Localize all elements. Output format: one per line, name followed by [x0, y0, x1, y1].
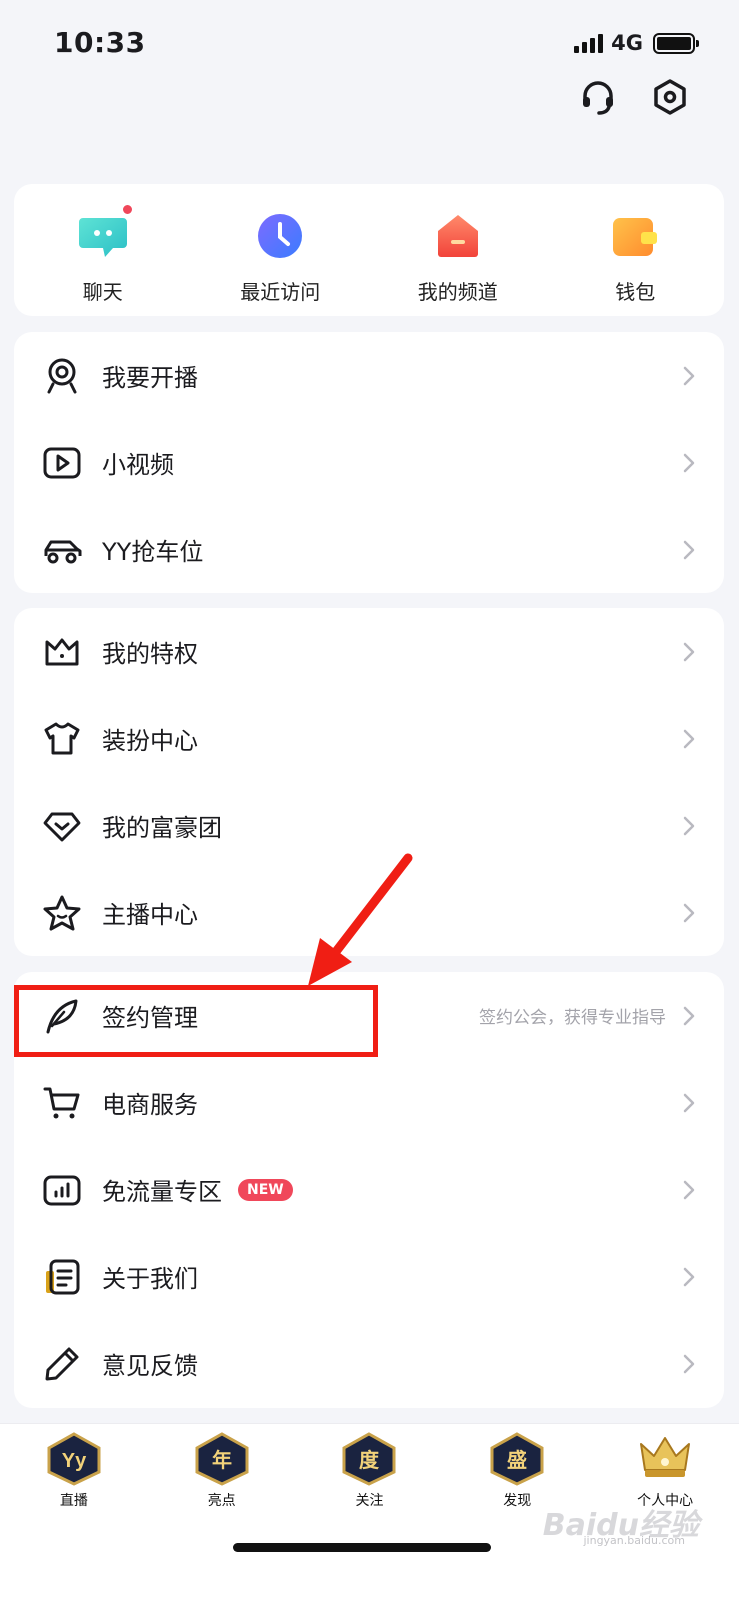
menu-label: 我的富豪团	[102, 814, 222, 842]
settings-icon[interactable]	[651, 78, 689, 116]
menu-group-3: 签约管理 签约公会，获得专业指导 电商服务 免流量专区 NEW 关于我们 意见反…	[14, 972, 724, 1408]
follow-tab-icon: 度	[342, 1432, 396, 1486]
chevron-right-icon	[683, 1267, 695, 1286]
tab-label: 亮点	[207, 1493, 236, 1509]
quick-channel[interactable]: 我的频道	[369, 184, 547, 316]
menu-group-1: 我要开播 小视频 YY抢车位	[14, 332, 724, 593]
car-icon	[44, 540, 82, 563]
menu-label: 电商服务	[102, 1091, 198, 1119]
diamond-icon	[43, 812, 81, 841]
menu-label: 装扮中心	[102, 727, 198, 755]
status-time: 10:33	[54, 26, 146, 59]
live-tab-icon: Yy	[47, 1432, 101, 1486]
quick-label: 钱包	[615, 280, 656, 304]
chevron-right-icon	[683, 1006, 695, 1025]
chat-icon	[77, 204, 133, 262]
chevron-right-icon	[683, 816, 695, 835]
menu-anchor-center[interactable]: 主播中心	[14, 869, 724, 956]
menu-feedback[interactable]: 意见反馈	[14, 1320, 724, 1407]
document-icon	[46, 1259, 80, 1294]
tab-label: 关注	[355, 1493, 384, 1509]
quick-wallet[interactable]: 钱包	[547, 184, 725, 316]
pencil-icon	[45, 1347, 79, 1380]
chevron-right-icon	[683, 366, 695, 385]
tab-glyph: Yy	[62, 1450, 87, 1472]
chevron-right-icon	[683, 729, 695, 748]
quick-actions-card: 聊天 最近访问 我的频道 钱包	[14, 184, 724, 316]
chevron-right-icon	[683, 642, 695, 661]
tshirt-icon	[44, 722, 80, 754]
wallet-icon	[609, 210, 661, 262]
quick-label: 聊天	[82, 280, 123, 304]
star-icon	[43, 895, 81, 930]
menu-label: 意见反馈	[102, 1352, 198, 1380]
channel-icon	[432, 210, 484, 262]
chevron-right-icon	[683, 453, 695, 472]
crown-icon	[45, 638, 79, 665]
tab-highlights[interactable]: 年 亮点	[148, 1424, 296, 1600]
clock-icon	[254, 210, 306, 262]
tab-glyph: 盛	[507, 1448, 527, 1472]
menu-go-live[interactable]: 我要开播	[14, 332, 724, 419]
tab-glyph: 年	[212, 1448, 232, 1472]
menu-contract-management[interactable]: 签约管理 签约公会，获得专业指导	[14, 972, 724, 1059]
menu-about-us[interactable]: 关于我们	[14, 1233, 724, 1320]
watermark-url: jingyan.baidu.com	[583, 1534, 685, 1547]
video-play-icon	[43, 447, 81, 478]
menu-label: 小视频	[102, 451, 174, 479]
quick-recent[interactable]: 最近访问	[192, 184, 370, 316]
top-actions	[579, 78, 689, 116]
quick-label: 我的频道	[417, 280, 498, 304]
menu-label: 主播中心	[102, 901, 198, 929]
menu-short-video[interactable]: 小视频	[14, 419, 724, 506]
feather-icon	[46, 999, 78, 1033]
unread-dot	[121, 204, 133, 215]
quick-chat[interactable]: 聊天	[14, 184, 192, 316]
menu-label: YY抢车位	[102, 538, 204, 566]
chevron-right-icon	[683, 1093, 695, 1112]
chevron-right-icon	[683, 903, 695, 922]
status-indicators: 4G	[574, 31, 699, 55]
tab-follow[interactable]: 度 关注	[296, 1424, 444, 1600]
menu-label: 我要开播	[102, 364, 198, 392]
tab-label: 直播	[59, 1493, 88, 1509]
tab-glyph: 度	[359, 1448, 380, 1472]
chevron-right-icon	[683, 540, 695, 559]
menu-label: 签约管理	[102, 1004, 198, 1032]
quick-label: 最近访问	[240, 280, 321, 304]
battery-icon	[653, 32, 699, 54]
signal-icon	[574, 33, 604, 53]
data-chart-icon	[43, 1175, 81, 1205]
tab-label: 发现	[503, 1493, 532, 1509]
menu-free-data[interactable]: 免流量专区 NEW	[14, 1146, 724, 1233]
chevron-right-icon	[683, 1354, 695, 1373]
tab-live[interactable]: Yy 直播	[0, 1424, 148, 1600]
crown-tab-icon	[640, 1437, 691, 1477]
menu-dressup[interactable]: 装扮中心	[14, 695, 724, 782]
menu-privileges[interactable]: 我的特权	[14, 608, 724, 695]
headset-icon[interactable]	[579, 78, 617, 116]
menu-group-2: 我的特权 装扮中心 我的富豪团 主播中心	[14, 608, 724, 956]
home-indicator	[233, 1543, 491, 1552]
menu-ecommerce[interactable]: 电商服务	[14, 1059, 724, 1146]
cart-icon	[43, 1087, 80, 1118]
menu-label: 免流量专区	[102, 1178, 222, 1206]
highlights-tab-icon: 年	[195, 1432, 249, 1486]
menu-rich-club[interactable]: 我的富豪团	[14, 782, 724, 869]
menu-parking[interactable]: YY抢车位	[14, 506, 724, 593]
chevron-right-icon	[683, 1180, 695, 1199]
webcam-icon	[47, 358, 77, 393]
menu-hint: 签约公会，获得专业指导	[479, 1008, 666, 1028]
menu-label: 关于我们	[102, 1265, 198, 1293]
menu-label: 我的特权	[102, 640, 198, 668]
new-badge: NEW	[238, 1178, 293, 1201]
discover-tab-icon: 盛	[490, 1432, 544, 1486]
network-type: 4G	[611, 31, 643, 55]
status-bar: 10:33 4G	[0, 0, 739, 90]
